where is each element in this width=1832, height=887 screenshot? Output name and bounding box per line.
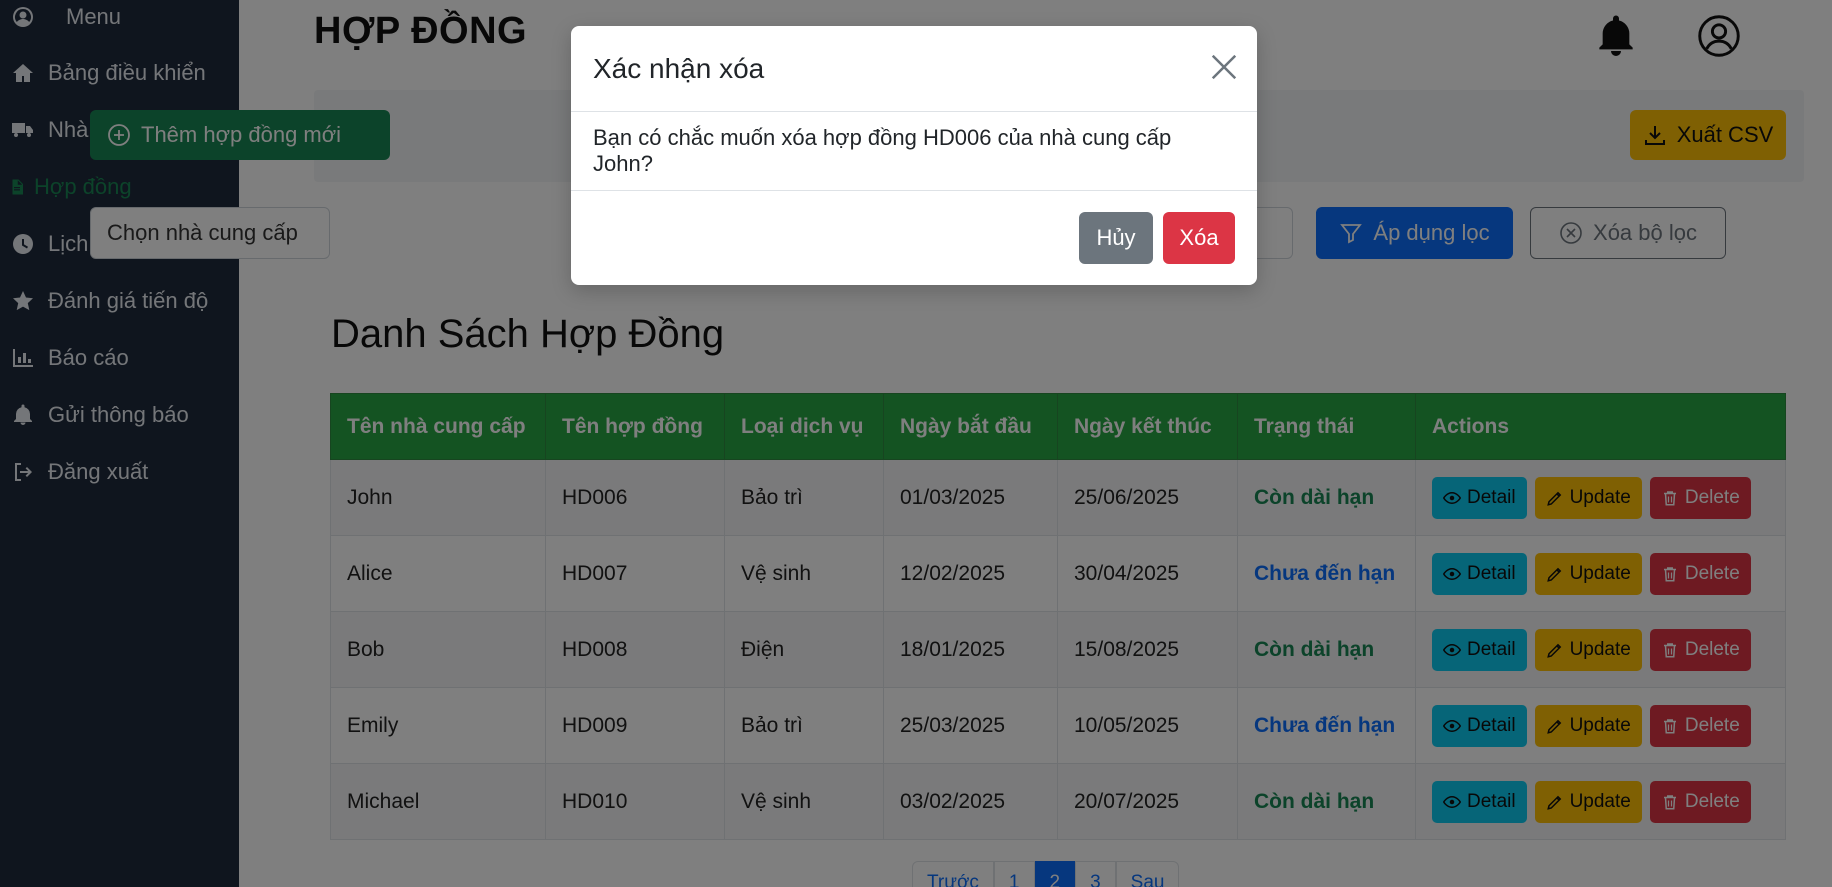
modal-message: Bạn có chắc muốn xóa hợp đồng HD006 của …: [571, 112, 1257, 191]
modal-footer: Hủy Xóa: [571, 191, 1257, 285]
confirm-delete-button[interactable]: Xóa: [1163, 212, 1235, 264]
close-icon[interactable]: [1209, 52, 1239, 82]
cancel-button[interactable]: Hủy: [1079, 212, 1153, 264]
modal-header: Xác nhận xóa: [571, 26, 1257, 112]
confirm-delete-modal: Xác nhận xóa Bạn có chắc muốn xóa hợp đồ…: [571, 26, 1257, 285]
modal-title: Xác nhận xóa: [593, 52, 765, 84]
